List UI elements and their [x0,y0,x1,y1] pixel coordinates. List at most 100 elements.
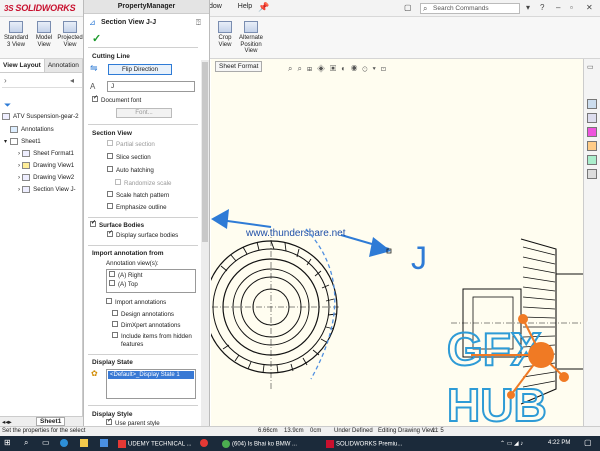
close-icon[interactable]: ✕ [586,3,593,12]
document-font-checkbox[interactable]: Document font [92,94,141,104]
view-options-icon[interactable]: ▢ [404,3,412,12]
pm-title: Section View J-J [101,19,157,26]
annotation-views-list[interactable]: (A) Right (A) Top [106,269,196,293]
system-tray-icons[interactable]: ⌃ ▭ ◢ ♪ [500,440,523,447]
import-annotations-checkbox[interactable]: Import annotations [106,298,166,306]
maximize-icon[interactable]: ▫ [570,3,573,12]
pm-scroll-thumb[interactable] [202,62,208,242]
help-icon[interactable]: ? [540,3,544,12]
tree-item-sheet1[interactable]: ▾ Sheet1 [4,138,41,145]
view-palette-icon[interactable] [587,127,597,137]
tab-view-layout[interactable]: View Layout [0,59,45,72]
help-icon[interactable]: ⍰ [196,18,201,28]
edge-icon[interactable] [60,439,70,447]
scale-hatch-pattern-checkbox[interactable]: Scale hatch pattern [107,191,169,199]
taskbar-item-udemy[interactable]: UDEMY TECHNICAL ... [118,440,192,448]
search-icon[interactable]: ⌕ [24,438,28,448]
tree-collapse-icon[interactable]: ◂ [70,76,74,85]
property-manager: PropertyManager ⊿ Section View J-J ⍰ ✓ C… [83,0,210,427]
tab-annotation[interactable]: Annotation [44,59,82,72]
projected-view-button[interactable]: Projected View [57,21,83,48]
tree-item-root[interactable]: ATV Suspension-gear-2 [2,113,79,120]
pin-icon[interactable]: 📌 [258,2,269,13]
font-button[interactable]: Font... [116,108,172,118]
emphasize-outline-checkbox[interactable]: Emphasize outline [107,203,167,211]
sheet-nav-icon[interactable]: ◂◂▸ [2,418,12,426]
section-letter-label: J [411,240,427,276]
custom-properties-icon[interactable] [587,155,597,165]
status-scale[interactable]: 1 : 5 [432,427,444,436]
section-view-icon: ⊿ [89,18,96,27]
notifications-icon[interactable]: ▢ [584,438,592,447]
gfx-hub-logo: GFX HUB [446,314,569,426]
tree-item-drawing-view2[interactable]: › Drawing View2 [18,174,74,181]
partial-section-checkbox[interactable]: Partial section [107,140,155,148]
divider [88,217,198,218]
randomize-scale-checkbox[interactable]: Randomize scale [115,179,171,187]
flip-direction-button[interactable]: Flip Direction [108,64,172,75]
menu-window[interactable]: dow [209,3,222,10]
crop-view-button[interactable]: Crop View [214,21,236,48]
tree-item-sheet-format[interactable]: › Sheet Format1 [18,150,74,157]
display-state-item[interactable]: <Default>_Display State 1 [108,371,194,379]
appearances-icon[interactable] [587,141,597,151]
window-restore-icon[interactable]: ▭ [587,63,594,71]
feature-tree: View Layout Annotation › ◂ ⏷ ATV Suspens… [0,59,83,426]
sheet-format-tab[interactable]: Sheet Format [215,61,263,72]
standard-3-view-button[interactable]: Standard 3 View [4,21,28,48]
model-view-button[interactable]: Model View [32,21,56,48]
ok-check-icon[interactable]: ✓ [92,32,101,45]
file-explorer-icon[interactable] [80,439,90,447]
status-x: 6.66cm [258,428,278,434]
section-view-icon [22,186,31,193]
annotation-views-label: Annotation view(s): [106,260,159,267]
tree-item-section-view[interactable]: › Section View J- [18,186,76,193]
pm-scrollbar[interactable] [201,60,209,426]
design-annotations-checkbox[interactable]: Design annotations [112,310,174,318]
drawing-canvas[interactable]: GFX HUB www.thundershare.net J [211,59,583,426]
file-explorer-icon[interactable] [587,113,597,123]
auto-hatching-checkbox[interactable]: Auto hatching [107,166,154,174]
search-commands-input[interactable]: ⌕ Search Commands [420,3,520,14]
clock[interactable]: 4:22 PM [548,440,570,446]
alternate-position-view-button[interactable]: Alternate Position View [236,21,266,55]
letter-input[interactable]: J [107,81,195,92]
taskbar-item-youtube[interactable]: (604) Is Bhai ko BMW ... [222,440,297,448]
status-definition: Under Defined [334,428,373,434]
menu-help[interactable]: Help [238,3,252,10]
task-view-icon[interactable]: ▭ [42,438,50,447]
design-library-icon[interactable] [587,99,597,109]
status-bar: Set the properties for the select 6.66cm… [0,426,600,436]
heads-up-view-toolbar[interactable]: ⌕⌕⊞◈▣◐◉⊙▾⊡ [288,64,391,74]
task-pane: ▭ [583,59,600,426]
dimxpert-annotations-checkbox[interactable]: DimXpert annotations [112,321,181,329]
tree-item-annotations[interactable]: Annotations [10,126,54,133]
search-dropdown-icon[interactable]: ▾ [526,3,530,12]
slice-section-checkbox[interactable]: Slice section [107,153,151,161]
tree-item-drawing-view1[interactable]: › Drawing View1 [18,162,74,169]
display-surface-bodies-checkbox[interactable]: Display surface bodies [107,229,178,239]
sheet-tabs: ◂◂▸ Sheet1 [0,416,83,426]
taskbar-item-solidworks[interactable]: SOLIDWORKS Premiu... [326,440,402,448]
display-state-icon: ✿ [91,369,98,378]
section-highlight [305,228,336,380]
watermark-text: www.thundershare.net [245,228,346,239]
projected-view-icon [63,21,77,33]
minimize-icon[interactable]: – [556,3,560,12]
resources-icon[interactable] [587,169,597,179]
divider [88,47,198,48]
windows-start-icon[interactable]: ⊞ [4,438,11,447]
section-view-heading: Section View [92,130,132,137]
solidworks-logo[interactable]: 3S SOLIDWORKS [4,3,76,13]
surface-bodies-checkbox[interactable]: Surface Bodies [90,219,144,229]
store-icon[interactable] [100,439,110,447]
sheet1-tab[interactable]: Sheet1 [36,417,66,426]
filter-icon[interactable]: ⏷ [4,100,11,111]
tree-expand-icon[interactable]: › [4,76,7,85]
display-state-list[interactable]: <Default>_Display State 1 [106,369,196,399]
chrome-icon[interactable] [200,439,210,447]
gfx-logo-text-1: GFX [447,323,542,375]
annotation-view-top[interactable]: (A) Top [109,280,138,288]
annotation-view-right[interactable]: (A) Right [109,271,142,279]
include-hidden-checkbox[interactable]: Include items from hidden [112,332,192,340]
